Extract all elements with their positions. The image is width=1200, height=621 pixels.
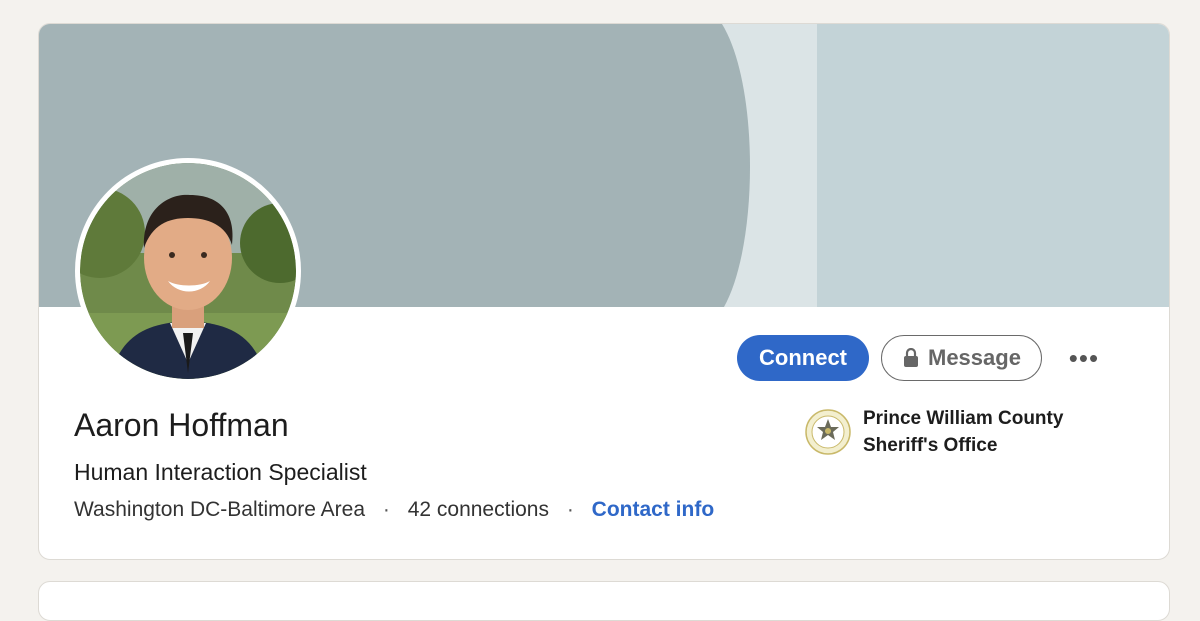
organization-name: Prince William County Sheriff's Office [863,405,1103,459]
contact-info-link[interactable]: Contact info [592,498,714,521]
more-options-icon[interactable]: ••• [1064,338,1104,378]
meta-separator: · [566,498,574,521]
profile-connections[interactable]: 42 connections [408,498,549,521]
profile-card: Connect Message ••• Aaron Hoffman Human … [38,23,1170,560]
profile-location: Washington DC-Baltimore Area [74,498,366,521]
current-organization[interactable]: Prince William County Sheriff's Office [805,405,1103,459]
message-button[interactable]: Message [881,335,1042,381]
profile-avatar[interactable] [75,158,301,384]
organization-name-line2: Sheriff's Office [863,435,998,456]
meta-separator: · [382,498,390,521]
organization-name-line1: Prince William County [863,408,1064,429]
profile-meta: Washington DC-Baltimore Area · 42 connec… [74,498,714,522]
sheriff-badge-seal-icon [805,409,851,455]
connect-button[interactable]: Connect [737,335,869,381]
profile-headline: Human Interaction Specialist [74,459,367,485]
profile-photo [80,163,296,379]
profile-name: Aaron Hoffman [74,407,289,443]
next-section-card [38,581,1170,621]
message-button-label: Message [928,345,1021,370]
profile-actions: Connect Message ••• [737,335,1104,381]
lock-icon [902,348,920,368]
